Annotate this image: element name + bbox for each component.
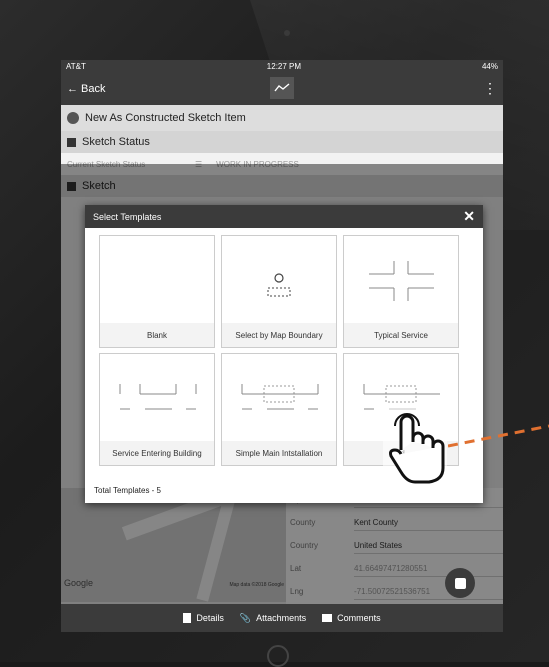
paperclip-icon: 📎	[239, 612, 252, 623]
camera-dot	[284, 30, 290, 36]
document-icon	[183, 613, 192, 623]
back-button[interactable]: ← Back	[67, 83, 105, 95]
close-icon[interactable]: ✕	[463, 208, 475, 225]
item-header-title: New As Constructed Sketch Item	[85, 112, 246, 124]
comments-icon	[322, 614, 333, 622]
template-tile-typical-service[interactable]: Typical Service	[343, 235, 459, 348]
template-label: Blank	[100, 323, 214, 347]
service-building-preview	[100, 354, 214, 441]
tab-attachments[interactable]: 📎 Attachments	[240, 613, 306, 624]
template-tile-simple-main[interactable]: Simple Main Intstallation	[221, 353, 337, 466]
sketch-item-icon	[67, 112, 79, 124]
tab-comments[interactable]: Comments	[322, 613, 381, 623]
simple-main-preview	[222, 354, 336, 441]
bottom-tab-bar: Details 📎 Attachments Comments	[61, 604, 503, 632]
tab-details[interactable]: Details	[183, 613, 224, 623]
app-logo-icon	[270, 77, 294, 99]
tab-details-label: Details	[196, 613, 224, 623]
map-boundary-preview	[222, 236, 336, 323]
more-menu-icon[interactable]: ⋮	[483, 80, 497, 97]
typical-service-preview	[344, 236, 458, 323]
carrier-label: AT&T	[66, 61, 86, 71]
app-toolbar: ← Back ⋮	[61, 72, 503, 105]
location-pin-icon	[267, 273, 291, 297]
template-label: Service Entering Building	[100, 441, 214, 465]
total-templates-label: Total Templates - 5	[94, 486, 161, 495]
home-button[interactable]	[267, 645, 289, 667]
tap-hand-icon	[383, 408, 447, 486]
save-icon	[454, 577, 466, 589]
template-label: Simple Main Intstallation	[222, 441, 336, 465]
dialog-header: Select Templates ✕	[85, 205, 483, 228]
collapse-icon	[67, 137, 76, 147]
template-label: Select by Map Boundary	[222, 323, 336, 347]
status-bar: AT&T 12:27 PM 44%	[61, 60, 503, 72]
sketch-status-section[interactable]: Sketch Status	[61, 131, 503, 153]
save-fab-button[interactable]	[445, 568, 475, 598]
tab-attachments-label: Attachments	[256, 613, 307, 623]
template-tile-map-boundary[interactable]: Select by Map Boundary	[221, 235, 337, 348]
back-arrow-icon: ←	[67, 82, 78, 95]
sketch-status-title: Sketch Status	[82, 136, 150, 148]
item-header: New As Constructed Sketch Item	[61, 105, 503, 131]
pointer-line	[448, 424, 549, 448]
battery-label: 44%	[481, 61, 498, 71]
dialog-title: Select Templates	[93, 211, 162, 222]
blank-preview	[100, 236, 214, 323]
template-label: Typical Service	[344, 323, 458, 347]
template-tile-blank[interactable]: Blank	[99, 235, 215, 348]
template-tile-service-entering-building[interactable]: Service Entering Building	[99, 353, 215, 466]
clock-label: 12:27 PM	[266, 61, 302, 71]
tab-comments-label: Comments	[337, 613, 381, 623]
back-label: Back	[81, 82, 106, 95]
